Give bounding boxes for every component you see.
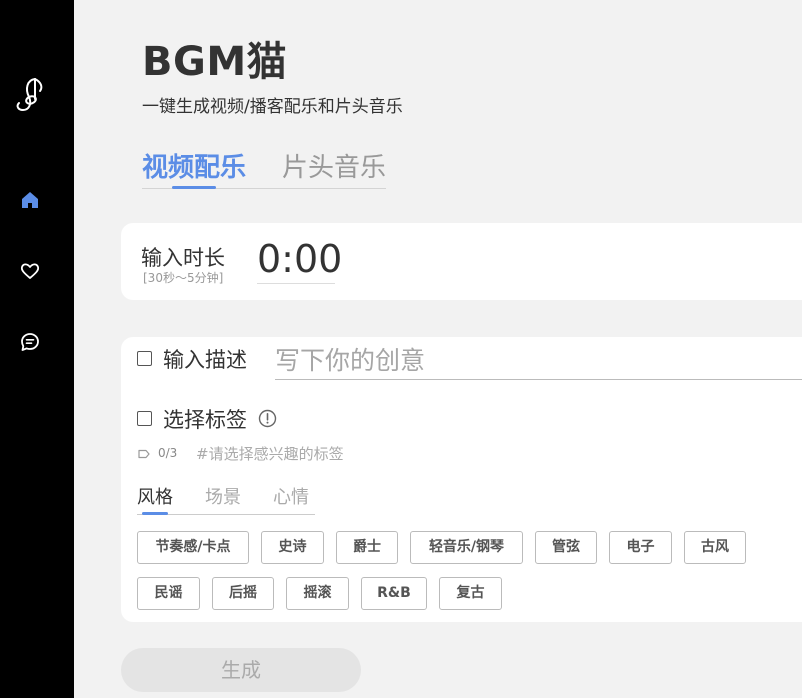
description-label: 输入描述 [163,348,247,372]
description-checkbox[interactable] [137,351,152,366]
duration-label: 输入时长 [141,246,225,270]
tag-chip[interactable]: 古风 [684,531,746,564]
chat-icon[interactable] [19,331,41,353]
tag-category-tabs: 风格 场景 心情 [137,485,315,515]
duration-input[interactable]: 0:00 [257,236,342,284]
sidebar [0,0,74,698]
info-icon[interactable] [258,409,277,428]
tab-style[interactable]: 风格 [137,485,173,511]
music-note-logo[interactable] [14,76,46,114]
tag-chip[interactable]: 民谣 [137,577,200,610]
duration-hint: [30秒～5分钟] [143,271,224,285]
home-icon[interactable] [19,189,41,211]
tag-chip[interactable]: R&B [361,577,427,610]
tag-chip[interactable]: 摇滚 [286,577,349,610]
options-card: 输入描述 选择标签 0/3 #请选择感兴趣的标签 风格 场景 心情 节奏感/卡点… [121,337,802,622]
tag-chip[interactable]: 轻音乐/钢琴 [410,531,523,564]
heart-icon[interactable] [19,260,41,282]
tag-chip[interactable]: 后摇 [212,577,274,610]
tag-chip[interactable]: 管弦 [535,531,597,564]
tags-checkbox[interactable] [137,411,152,426]
tags-label: 选择标签 [163,408,247,432]
tab-mood[interactable]: 心情 [273,485,309,511]
tag-count: 0/3 [158,446,178,460]
tag-chip[interactable]: 史诗 [261,531,324,564]
app-title: BGM猫 [142,39,288,85]
tag-icon [138,449,150,459]
subtab-active-indicator [142,512,168,515]
tab-active-indicator [172,186,216,189]
generate-button[interactable]: 生成 [121,648,361,692]
tag-chip[interactable]: 节奏感/卡点 [137,531,249,564]
app-subtitle: 一键生成视频/播客配乐和片头音乐 [142,97,403,117]
tag-hint: #请选择感兴趣的标签 [196,445,344,463]
mode-tabs: 视频配乐 片头音乐 [142,150,386,189]
main-content: BGM猫 一键生成视频/播客配乐和片头音乐 视频配乐 片头音乐 输入时长 [30… [74,0,802,698]
duration-card: 输入时长 [30秒～5分钟] 0:00 [121,223,802,300]
description-input[interactable] [275,341,802,380]
tag-chip[interactable]: 爵士 [336,531,398,564]
tab-video-music[interactable]: 视频配乐 [142,150,246,186]
tag-chip[interactable]: 电子 [609,531,672,564]
tab-scene[interactable]: 场景 [205,485,241,511]
tag-chip[interactable]: 复古 [439,577,502,610]
tab-intro-music[interactable]: 片头音乐 [282,150,386,186]
